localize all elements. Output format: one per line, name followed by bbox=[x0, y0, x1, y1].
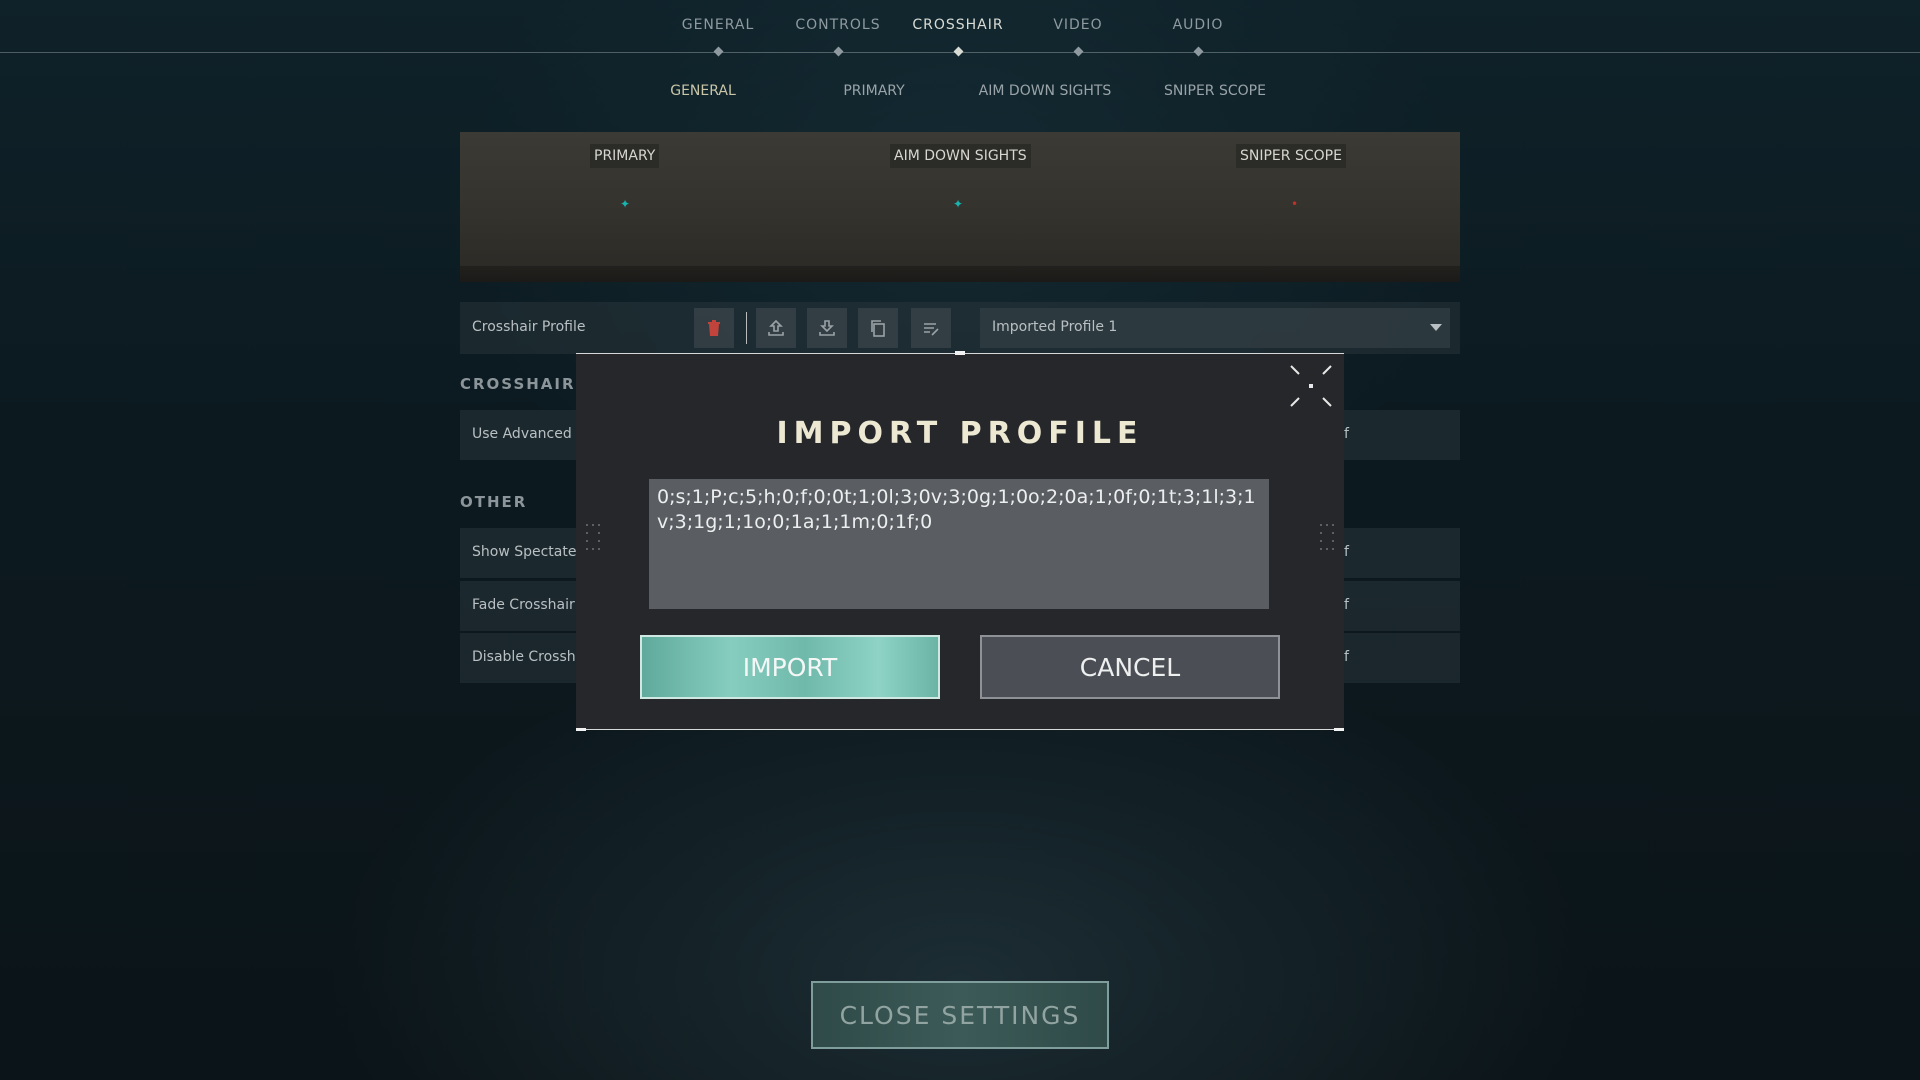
close-settings-button[interactable]: CLOSE SETTINGS bbox=[811, 981, 1109, 1049]
cancel-button[interactable]: CANCEL bbox=[980, 635, 1280, 699]
import-button[interactable]: IMPORT bbox=[640, 635, 940, 699]
close-icon[interactable] bbox=[1287, 362, 1335, 410]
drag-handle-icon bbox=[586, 524, 600, 550]
import-profile-modal: IMPORT PROFILE 0;s;1;P;c;5;h;0;f;0;0t;1;… bbox=[576, 351, 1344, 731]
drag-handle-icon bbox=[1320, 524, 1334, 550]
modal-corner bbox=[1334, 728, 1344, 731]
modal-notch bbox=[955, 351, 965, 355]
modal-title: IMPORT PROFILE bbox=[776, 416, 1144, 451]
modal-corner bbox=[576, 728, 586, 731]
profile-code-input[interactable]: 0;s;1;P;c;5;h;0;f;0;0t;1;0l;3;0v;3;0g;1;… bbox=[649, 479, 1269, 609]
profile-code-text: 0;s;1;P;c;5;h;0;f;0;0t;1;0l;3;0v;3;0g;1;… bbox=[657, 486, 1256, 533]
